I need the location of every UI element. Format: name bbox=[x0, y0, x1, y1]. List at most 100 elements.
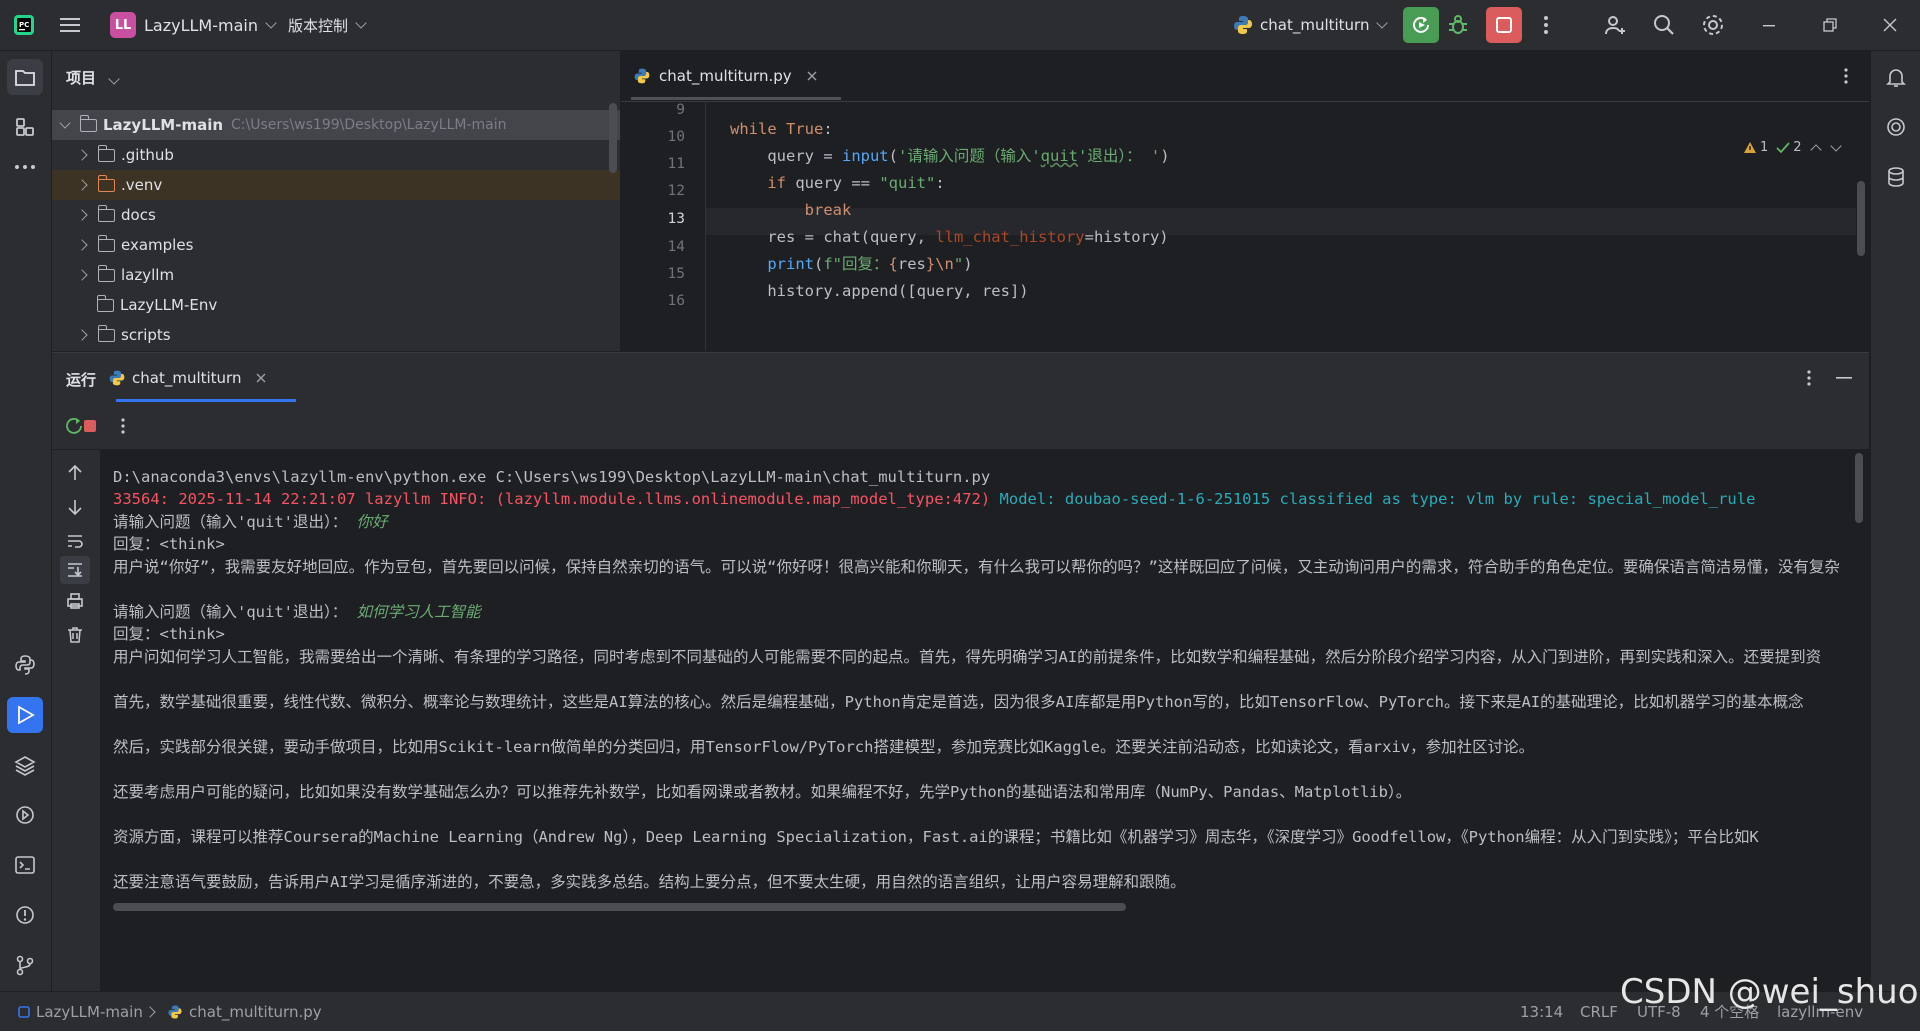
folder-icon bbox=[97, 144, 115, 162]
print-icon[interactable] bbox=[66, 592, 84, 610]
scroll-to-end-icon bbox=[68, 563, 82, 577]
project-scrollbar[interactable] bbox=[609, 103, 617, 173]
search-button[interactable] bbox=[1652, 0, 1676, 50]
tree-item-label: lazyllm bbox=[121, 266, 175, 284]
layers-tool-button[interactable] bbox=[7, 747, 43, 783]
check-count: 2 bbox=[1793, 140, 1802, 155]
settings-button[interactable] bbox=[1701, 0, 1725, 50]
stop-button[interactable] bbox=[1486, 0, 1522, 50]
more-vertical-icon[interactable] bbox=[1806, 369, 1812, 387]
scroll-to-end-toggle[interactable] bbox=[60, 556, 90, 584]
arrow-down-icon[interactable] bbox=[66, 498, 84, 516]
line-number: 14 bbox=[667, 239, 685, 255]
breadcrumb-project-label: LazyLLM-main bbox=[36, 1002, 143, 1021]
module-icon bbox=[18, 1005, 30, 1018]
tree-item-lazyllm[interactable]: lazyllm bbox=[52, 260, 620, 290]
terminal-icon bbox=[15, 856, 35, 874]
folder-icon bbox=[97, 324, 115, 342]
code-area[interactable]: while True: query = input('请输入问题（输入'quit… bbox=[705, 102, 1856, 351]
restore-button[interactable] bbox=[1823, 0, 1837, 50]
chevron-right-icon bbox=[76, 209, 88, 221]
console-horizontal-scrollbar[interactable] bbox=[113, 903, 1126, 911]
tree-item-venv[interactable]: .venv bbox=[52, 170, 620, 200]
chevron-up-icon[interactable] bbox=[1809, 143, 1822, 156]
close-tab-icon[interactable] bbox=[806, 70, 818, 82]
tree-root-path: C:\Users\ws199\Desktop\LazyLLM-main bbox=[231, 117, 507, 133]
project-selector[interactable]: LL LazyLLM-main bbox=[110, 0, 277, 50]
console-vertical-scrollbar[interactable] bbox=[1855, 453, 1863, 523]
more-vertical-icon[interactable] bbox=[120, 417, 126, 435]
git-tool-button[interactable] bbox=[7, 947, 43, 983]
minimize-button[interactable] bbox=[1762, 0, 1776, 50]
rerun-icon[interactable] bbox=[64, 416, 84, 436]
more-actions-button[interactable] bbox=[1543, 0, 1549, 50]
console-reply-text: 资源方面，课程可以推荐Coursera的Machine Learning（And… bbox=[113, 828, 1759, 846]
svg-text:PC: PC bbox=[19, 21, 29, 29]
run-tool-button[interactable] bbox=[7, 697, 43, 733]
tree-item-lazyllm-env[interactable]: LazyLLM-Env bbox=[52, 290, 620, 320]
vcs-menu[interactable]: 版本控制 bbox=[288, 0, 367, 50]
main-menu-button[interactable] bbox=[60, 0, 80, 50]
run-config-name: chat_multiturn bbox=[1260, 16, 1370, 34]
folder-icon bbox=[97, 234, 115, 252]
debug-button[interactable] bbox=[1446, 0, 1470, 50]
console-reply-text: 还要注意语气要鼓励，告诉用户AI学习是循序渐进的，不要急，多实践多总结。结构上要… bbox=[113, 873, 1186, 891]
breadcrumb-project[interactable]: LazyLLM-main bbox=[18, 992, 143, 1031]
run-side-toolbar bbox=[52, 450, 101, 992]
run-panel-header: 运行 chat_multiturn bbox=[52, 353, 1869, 403]
breadcrumb-file[interactable]: chat_multiturn.py bbox=[167, 992, 322, 1031]
python-packages-button[interactable] bbox=[7, 647, 43, 683]
more-vertical-icon[interactable] bbox=[1843, 67, 1849, 85]
problems-tool-button[interactable] bbox=[7, 897, 43, 933]
ai-assistant-button[interactable] bbox=[1878, 109, 1914, 145]
run-tab-chat-multiturn[interactable]: chat_multiturn bbox=[108, 353, 267, 403]
gear-icon bbox=[1703, 15, 1723, 35]
more-vertical-icon bbox=[1544, 16, 1548, 34]
rerun-button[interactable] bbox=[1403, 0, 1439, 50]
tree-item-docs[interactable]: docs bbox=[52, 200, 620, 230]
tree-item-scripts[interactable]: scripts bbox=[52, 320, 620, 350]
database-button[interactable] bbox=[1878, 159, 1914, 195]
chevron-down-icon bbox=[59, 117, 71, 129]
editor-tab-chat-multiturn[interactable]: chat_multiturn.py bbox=[633, 51, 818, 101]
run-config-selector[interactable]: chat_multiturn bbox=[1232, 0, 1389, 50]
ide-logo[interactable]: PC bbox=[12, 0, 36, 50]
arrow-up-icon[interactable] bbox=[66, 464, 84, 482]
line-number: 12 bbox=[667, 183, 685, 199]
stop-icon[interactable] bbox=[82, 418, 98, 434]
more-tools-button[interactable] bbox=[7, 149, 43, 185]
tree-item-github[interactable]: .github bbox=[52, 140, 620, 170]
project-panel-header[interactable]: 项目 bbox=[66, 67, 120, 88]
python-icon bbox=[1234, 16, 1252, 34]
hide-panel-icon[interactable] bbox=[1836, 376, 1852, 380]
soft-wrap-icon[interactable] bbox=[66, 532, 84, 550]
log-prefix: 33564: 2025-11-14 22:21:07 lazyllm INFO:… bbox=[113, 490, 991, 508]
code-with-me-button[interactable] bbox=[1603, 0, 1627, 50]
problems-icon bbox=[16, 906, 34, 924]
notifications-button[interactable] bbox=[1878, 59, 1914, 95]
log-message: Model: doubao-seed-1-6-251015 classified… bbox=[990, 490, 1756, 508]
inspection-widget[interactable]: 1 2 bbox=[1743, 139, 1842, 156]
close-window-button[interactable] bbox=[1883, 0, 1897, 50]
project-panel: 项目 LazyLLM-main C:\Users\ws199\Desktop\L… bbox=[52, 51, 621, 351]
console-reply-text: 用户问如何学习人工智能，我需要给出一个清晰、有条理的学习路径，同时考虑到不同基础… bbox=[113, 648, 1822, 666]
line-number: 15 bbox=[667, 266, 685, 282]
services-tool-button[interactable] bbox=[7, 797, 43, 833]
caret-position[interactable]: 13:14 bbox=[1520, 992, 1563, 1031]
chevron-down-icon bbox=[1376, 16, 1389, 29]
tree-item-examples[interactable]: examples bbox=[52, 230, 620, 260]
line-separator[interactable]: CRLF bbox=[1580, 992, 1618, 1031]
hamburger-menu-icon bbox=[60, 18, 80, 32]
close-tab-icon[interactable] bbox=[255, 372, 267, 384]
tree-root-row[interactable]: LazyLLM-main C:\Users\ws199\Desktop\Lazy… bbox=[52, 110, 620, 140]
console-output[interactable]: D:\anaconda3\envs\lazyllm-env\python.exe… bbox=[101, 450, 1851, 980]
line-number: 11 bbox=[667, 156, 685, 172]
terminal-tool-button[interactable] bbox=[7, 847, 43, 883]
structure-tool-button[interactable] bbox=[7, 109, 43, 145]
trash-icon[interactable] bbox=[66, 626, 84, 644]
project-tool-button[interactable] bbox=[7, 59, 43, 95]
tree-root-name: LazyLLM-main bbox=[103, 116, 224, 134]
chevron-down-icon[interactable] bbox=[1829, 139, 1842, 152]
right-tool-stripe bbox=[1870, 51, 1920, 991]
editor-scrollbar[interactable] bbox=[1857, 181, 1865, 256]
